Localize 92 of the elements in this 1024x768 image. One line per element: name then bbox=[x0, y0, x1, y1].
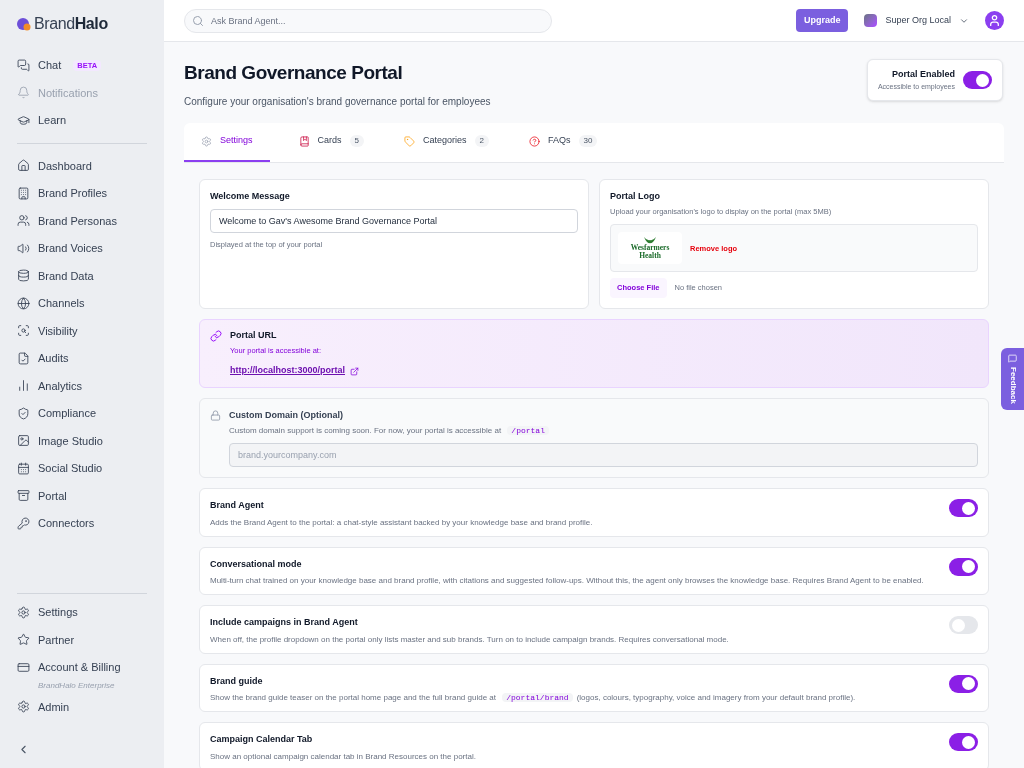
tab[interactable]: Settings bbox=[184, 122, 270, 162]
brand-name: BrandHalo bbox=[34, 14, 108, 34]
card-title: Portal URL bbox=[230, 328, 278, 342]
nav-item[interactable]: Settings bbox=[17, 600, 147, 625]
nav-item[interactable]: Brand Voices bbox=[17, 236, 147, 261]
description-text: Show an optional campaign calendar tab in Brand Resources on the portal. bbox=[210, 750, 477, 763]
feedback-tab[interactable]: Feedback bbox=[1001, 348, 1024, 410]
tab[interactable]: Cards 5 bbox=[281, 122, 381, 162]
user-avatar-icon[interactable] bbox=[985, 11, 1004, 30]
nav-item[interactable]: Analytics bbox=[17, 373, 147, 398]
toggle-switch[interactable] bbox=[949, 733, 978, 752]
toggle-switch[interactable] bbox=[949, 616, 978, 635]
graduation-cap-icon bbox=[17, 113, 30, 127]
shield-icon bbox=[17, 406, 30, 420]
credit-card-icon bbox=[17, 660, 30, 674]
scan-icon bbox=[17, 324, 30, 338]
setting-title: Include campaigns in Brand Agent bbox=[210, 616, 359, 630]
book-icon bbox=[298, 135, 310, 147]
setting-title: Brand Agent bbox=[210, 499, 265, 513]
plan-label: BrandHalo Enterprise bbox=[37, 679, 116, 692]
search-field[interactable]: Ask Brand Agent... bbox=[184, 8, 552, 33]
bar-chart-icon bbox=[17, 379, 30, 393]
count-badge: 2 bbox=[474, 135, 489, 147]
help-icon bbox=[529, 135, 540, 147]
document-check-icon bbox=[17, 351, 30, 365]
setting-title: Campaign Calendar Tab bbox=[210, 733, 314, 747]
leaf-icon bbox=[643, 236, 657, 245]
toggle-switch[interactable] bbox=[963, 71, 992, 89]
nav-item[interactable]: Brand Personas bbox=[17, 208, 147, 233]
count-badge: 5 bbox=[349, 135, 364, 147]
nav-item[interactable]: Brand Data bbox=[17, 263, 147, 288]
nav-item[interactable]: Learn bbox=[17, 108, 147, 133]
org-avatar-icon bbox=[864, 14, 878, 27]
nav-item[interactable]: Image Studio bbox=[17, 428, 147, 453]
description-text: Multi-turn chat trained on your knowledge base and brand profile, with citations and suggested follow-ups. Without this, the agent only browses the knowledge base. Requires Brand Agent to be enabled. bbox=[210, 575, 925, 588]
setting-title: Conversational mode bbox=[210, 557, 303, 571]
nav-item[interactable]: Admin bbox=[17, 694, 147, 719]
home-icon bbox=[17, 159, 30, 173]
tag-icon bbox=[404, 135, 415, 147]
portal-url-link[interactable]: http://localhost:3000/portal bbox=[230, 364, 345, 378]
nav-item[interactable]: Audits bbox=[17, 346, 147, 371]
settings-icon bbox=[17, 605, 30, 619]
toggle-switch[interactable] bbox=[949, 499, 978, 518]
nav-item[interactable]: Connectors bbox=[17, 511, 147, 536]
settings-icon bbox=[17, 700, 30, 714]
database-icon bbox=[17, 269, 30, 283]
upgrade-button[interactable]: Upgrade bbox=[795, 8, 849, 33]
card-title: Custom Domain (Optional) bbox=[229, 408, 344, 422]
building-icon bbox=[17, 186, 30, 200]
org-switcher[interactable]: Super Org Local bbox=[860, 13, 973, 28]
link-icon bbox=[210, 329, 222, 342]
toggle-switch[interactable] bbox=[949, 557, 978, 576]
external-link-icon[interactable] bbox=[350, 366, 359, 376]
nav-item[interactable]: Account & Billing bbox=[17, 655, 147, 680]
lock-icon bbox=[210, 409, 221, 421]
count-badge: 30 bbox=[578, 135, 598, 147]
nav-item[interactable]: Visibility bbox=[17, 318, 147, 343]
nav-item[interactable]: Social Studio bbox=[17, 456, 147, 481]
calendar-icon bbox=[17, 461, 30, 475]
image-icon bbox=[17, 434, 30, 448]
nav-item[interactable]: Brand Profiles bbox=[17, 181, 147, 206]
chat-icon bbox=[17, 58, 30, 72]
tab[interactable]: Categories 2 bbox=[387, 122, 506, 162]
star-icon bbox=[17, 633, 30, 647]
speaker-icon bbox=[17, 241, 30, 255]
description-text: Show the brand guide teaser on the portal home page and the full brand guide at /portal/brand (logos, colours, typography, voice and imagery from your default brand profile). bbox=[210, 692, 857, 705]
logo-icon bbox=[17, 17, 31, 31]
nav-item[interactable]: Dashboard bbox=[17, 153, 147, 178]
setting-title: Brand guide bbox=[210, 674, 264, 688]
key-icon bbox=[17, 516, 30, 530]
toggle-label: Portal Enabled bbox=[892, 68, 955, 81]
settings-icon bbox=[201, 135, 212, 147]
description-text: Custom domain support is coming soon. For now, your portal is accessible at /portal bbox=[229, 424, 978, 438]
archive-icon bbox=[17, 489, 30, 503]
search-icon bbox=[192, 14, 204, 27]
description-text: Adds the Brand Agent to the portal: a chat-style assistant backed by your knowledge base and brand profile. bbox=[210, 516, 594, 529]
bell-icon bbox=[17, 86, 30, 100]
chat-bubble-icon bbox=[1008, 354, 1017, 363]
welcome-input[interactable]: Welcome to Gav's Awesome Brand Governance Portal bbox=[210, 209, 578, 233]
card-title: Welcome Message bbox=[210, 189, 291, 203]
toggle-switch[interactable] bbox=[949, 674, 978, 693]
globe-icon bbox=[17, 296, 30, 310]
nav-item[interactable]: Compliance bbox=[17, 401, 147, 426]
tab[interactable]: FAQs 30 bbox=[512, 122, 615, 162]
nav-item[interactable]: Portal bbox=[17, 483, 147, 508]
nav-item[interactable]: Channels bbox=[17, 291, 147, 316]
page-title: Brand Governance Portal bbox=[184, 61, 404, 85]
page-subtitle: Configure your organisation's brand governance portal for employees bbox=[184, 94, 492, 109]
card-title: Portal Logo bbox=[610, 189, 661, 203]
description-text: When off, the profile dropdown on the portal only lists master and sub brands. Turn on to include campaign brands. Requires conversational mode. bbox=[210, 633, 730, 646]
users-icon bbox=[17, 214, 30, 228]
nav-item[interactable]: Partner bbox=[17, 627, 147, 652]
